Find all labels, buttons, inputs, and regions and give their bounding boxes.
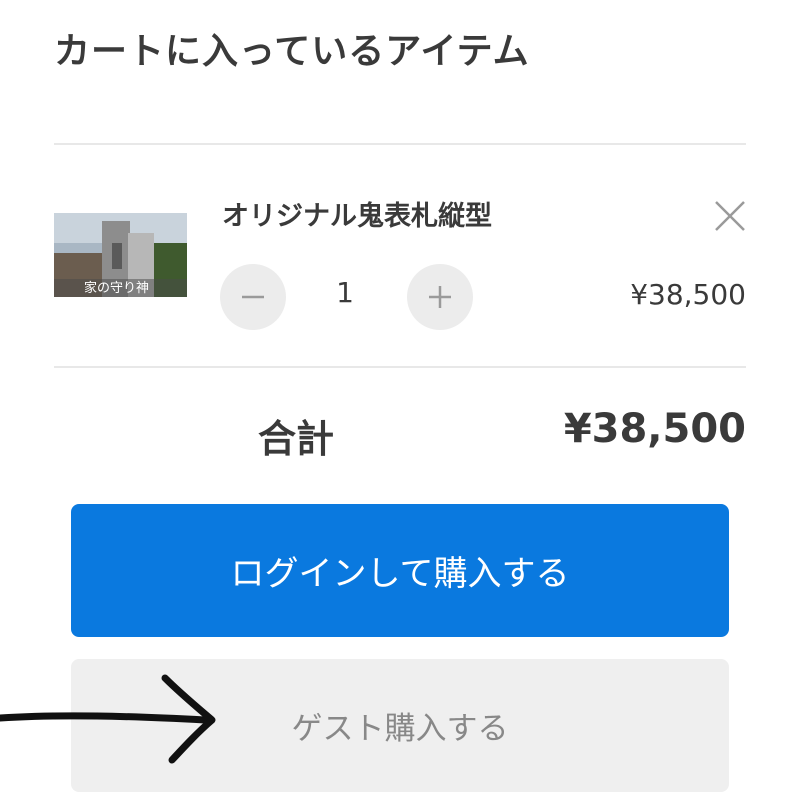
thumbnail-caption: 家の守り神 bbox=[84, 280, 149, 296]
minus-icon bbox=[242, 295, 264, 299]
login-purchase-button[interactable]: ログインして購入する bbox=[71, 504, 729, 637]
increment-button[interactable] bbox=[407, 264, 473, 330]
remove-item-button[interactable] bbox=[710, 196, 750, 236]
total-label: 合計 bbox=[258, 417, 335, 461]
arrow-right-icon bbox=[0, 674, 216, 764]
product-thumbnail[interactable]: 家の守り神 bbox=[54, 213, 187, 297]
plus-icon bbox=[429, 286, 451, 308]
close-icon bbox=[715, 201, 745, 231]
total-value: ¥38,500 bbox=[563, 406, 746, 452]
decrement-button[interactable] bbox=[220, 264, 286, 330]
quantity-value: 1 bbox=[336, 276, 354, 309]
page-title: カートに入っているアイテム bbox=[54, 31, 530, 72]
divider-top bbox=[54, 143, 746, 145]
item-price: ¥38,500 bbox=[630, 278, 746, 311]
item-name[interactable]: オリジナル鬼表札縦型 bbox=[222, 194, 492, 233]
divider-bottom bbox=[54, 366, 746, 368]
